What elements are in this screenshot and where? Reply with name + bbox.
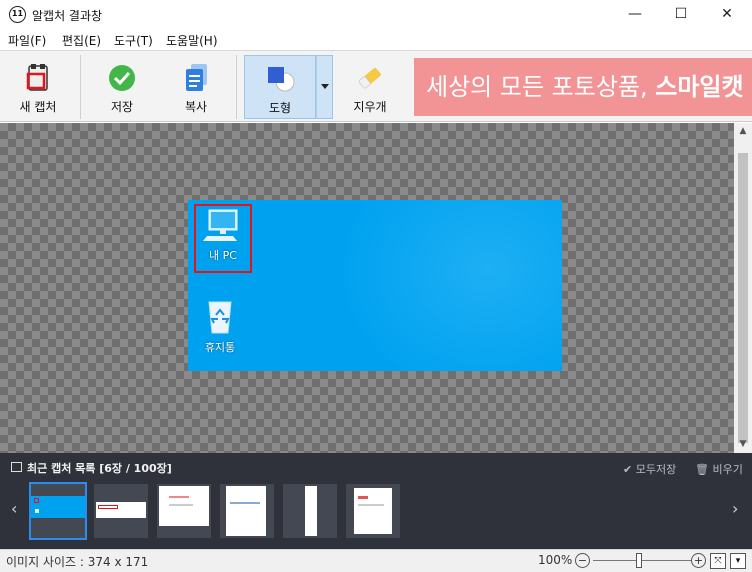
toolbar-divider (236, 55, 237, 119)
window-title: 알캡처 결과창 (32, 9, 103, 23)
zoom-slider[interactable] (593, 560, 691, 561)
desktop-light-glow (338, 200, 562, 371)
ad-banner[interactable]: 세상의 모든 포토상품, 스마일캣 (414, 58, 752, 116)
zoom-level-text: 100% (538, 553, 573, 567)
copy-button[interactable]: 복사 (166, 55, 226, 119)
thumbnail-strip: ‹ › (0, 481, 752, 549)
title-bar: 11 알캡처 결과창 — ☐ ✕ (0, 0, 752, 29)
eraser-label: 지우개 (353, 100, 387, 114)
shape-dropdown-button[interactable] (316, 55, 333, 119)
recent-captures-title: 최근 캡처 목록 [6장 / 100장] (27, 462, 172, 475)
menu-edit[interactable]: 편집(E) (62, 32, 101, 49)
menu-file[interactable]: 파일(F) (8, 32, 46, 49)
toolbar-divider (80, 55, 81, 119)
zoom-in-button[interactable]: + (691, 553, 706, 568)
prev-arrow-icon[interactable]: ‹ (11, 499, 17, 518)
thumbnail-item[interactable] (283, 484, 337, 538)
new-capture-label: 새 캡처 (19, 100, 57, 114)
recent-captures-panel: 최근 캡처 목록 [6장 / 100장] ✔ 모두저장 🗑 비우기 ‹ › (0, 453, 752, 549)
fit-to-window-icon[interactable]: ⤧ (710, 553, 726, 569)
my-pc-label: 내 PC (209, 249, 237, 262)
image-size-text: 이미지 사이즈 : 374 x 171 (6, 555, 149, 569)
thumbnail-item[interactable] (29, 482, 87, 540)
app-logo-icon: 11 (9, 6, 26, 23)
view-options-dropdown-icon[interactable]: ▾ (730, 553, 746, 569)
toolbar: 새 캡처 저장 복사 도형 지우개 세상의 모든 포토상품, 스마일캣 (0, 50, 752, 122)
vertical-scrollbar[interactable]: ▲ ▼ (734, 123, 752, 453)
thumbnail-item[interactable] (157, 484, 211, 538)
ad-brand: 스마일캣 (655, 73, 744, 101)
copy-document-icon (186, 64, 207, 91)
zoom-slider-handle[interactable] (636, 553, 642, 568)
scroll-up-icon[interactable]: ▲ (734, 123, 752, 140)
clear-button[interactable]: 🗑 비우기 (695, 461, 743, 477)
computer-icon (203, 209, 238, 241)
menu-help[interactable]: 도움말(H) (166, 32, 218, 49)
status-bar: 이미지 사이즈 : 374 x 171 100% − + ⤧ ▾ (0, 549, 752, 572)
shape-label: 도형 (268, 101, 292, 115)
recycle-bin-label: 휴지통 (204, 341, 236, 354)
new-capture-icon (26, 64, 48, 91)
thumbnail-item[interactable] (346, 484, 400, 538)
thumbnail-item[interactable] (220, 484, 274, 538)
captured-image[interactable]: 내 PC 휴지통 (188, 200, 562, 371)
ad-text: 세상의 모든 포토상품, (426, 73, 656, 101)
minimize-button[interactable]: — (612, 0, 658, 29)
check-save-icon (109, 65, 135, 91)
zoom-out-button[interactable]: − (575, 553, 590, 568)
scrollbar-thumb[interactable] (738, 153, 748, 443)
eraser-button[interactable]: 지우개 (340, 55, 400, 119)
save-all-button[interactable]: ✔ 모두저장 (623, 461, 676, 477)
thumbnail-item[interactable] (94, 484, 148, 538)
maximize-button[interactable]: ☐ (658, 0, 704, 29)
save-label: 저장 (110, 100, 134, 114)
recycle-bin-desktop-icon: 휴지통 (190, 298, 250, 355)
window-stack-icon (11, 462, 22, 472)
close-button[interactable]: ✕ (704, 0, 750, 29)
shape-icon (268, 67, 295, 92)
save-button[interactable]: 저장 (92, 55, 152, 119)
copy-label: 복사 (184, 100, 208, 114)
eraser-icon (358, 67, 381, 89)
recycle-bin-icon (208, 301, 232, 334)
scroll-down-icon[interactable]: ▼ (734, 436, 752, 453)
menu-tools[interactable]: 도구(T) (114, 32, 153, 49)
next-arrow-icon[interactable]: › (732, 499, 738, 518)
new-capture-button[interactable]: 새 캡처 (6, 55, 70, 119)
chevron-down-icon (321, 84, 329, 89)
menu-bar: 파일(F) 편집(E) 도구(T) 도움말(H) (0, 29, 752, 49)
shape-button[interactable]: 도형 (244, 55, 316, 119)
recent-captures-header: 최근 캡처 목록 [6장 / 100장] ✔ 모두저장 🗑 비우기 (0, 453, 752, 481)
my-pc-desktop-icon: 내 PC (193, 208, 253, 263)
